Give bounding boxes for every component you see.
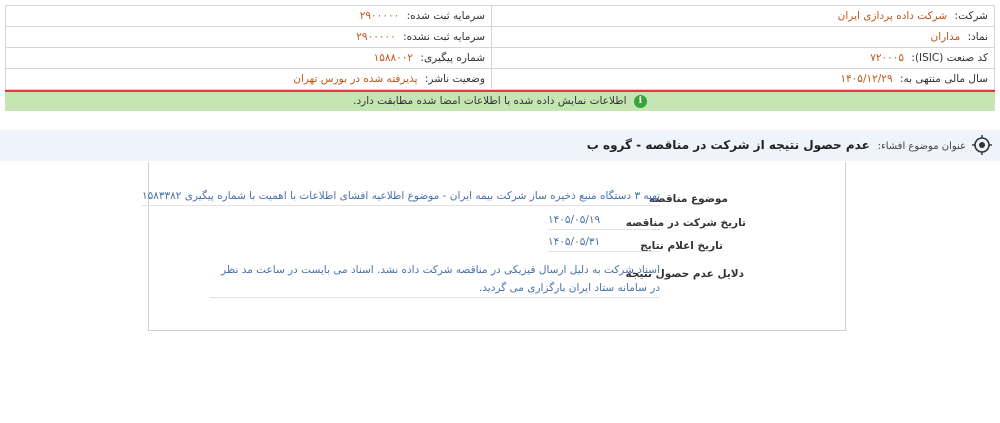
topic-value: تهیه ۳ دستگاه منبع ذخیره ساز شرکت بیمه ا…	[141, 190, 660, 206]
fiscal-year-label: سال مالی منتهی به:	[899, 73, 988, 85]
details-panel: موضوع مناقصه تهیه ۳ دستگاه منبع ذخیره سا…	[141, 162, 846, 331]
page-title: عدم حصول نتیجه از شرکت در مناقصه - گروه …	[586, 138, 870, 152]
unregistered-capital-value: ۲۹۰۰۰۰۰	[356, 31, 396, 43]
fiscal-year-cell: سال مالی منتهی به: ۱۴۰۵/۱۲/۲۹	[491, 68, 995, 90]
topic-label: موضوع مناقصه	[649, 193, 728, 205]
subject-heading: عنوان موضوع افشاء: عدم حصول نتیجه از شرک…	[587, 138, 966, 152]
subject-bar: عنوان موضوع افشاء: عدم حصول نتیجه از شرک…	[0, 130, 1000, 161]
reasons-value: اسناد شرکت به دلیل ارسال فیزیکی در مناقص…	[210, 261, 660, 298]
target-icon	[972, 135, 992, 155]
participation-date-value: ۱۴۰۵/۰۵/۱۹	[548, 214, 660, 230]
registered-capital-cell: سرمایه ثبت شده: ۲۹۰۰۰۰۰	[5, 5, 492, 27]
isic-value: ۷۲۰۰۰۵	[870, 52, 905, 64]
isic-label: کد صنعت (ISIC):	[911, 52, 988, 64]
publisher-status-cell: وضعیت ناشر: پذیرفته شده در بورس تهران	[5, 68, 492, 90]
company-value[interactable]: شرکت داده پردازی ایران	[838, 10, 948, 22]
unregistered-capital-label: سرمایه ثبت نشده:	[403, 31, 485, 43]
tracking-cell: شماره پیگیری: ۱۵۸۸۰۰۲	[5, 47, 492, 69]
isic-cell: کد صنعت (ISIC): ۷۲۰۰۰۵	[491, 47, 995, 69]
info-icon: i	[633, 94, 647, 108]
company-label: شرکت:	[954, 10, 988, 22]
subject-label: عنوان موضوع افشاء:	[877, 141, 966, 152]
verification-notice: i اطلاعات نمایش داده شده با اطلاعات امضا…	[5, 92, 995, 111]
result-date-value: ۱۴۰۵/۰۵/۳۱	[548, 236, 660, 252]
symbol-cell: نماد: مداران	[491, 26, 995, 48]
registered-capital-value: ۲۹۰۰۰۰۰	[359, 10, 400, 22]
registered-capital-label: سرمایه ثبت شده:	[406, 10, 485, 22]
tracking-value: ۱۵۸۸۰۰۲	[373, 52, 414, 64]
publisher-status-value: پذیرفته شده در بورس تهران	[293, 73, 418, 85]
notice-text: اطلاعات نمایش داده شده با اطلاعات امضا ش…	[353, 95, 627, 107]
symbol-label: نماد:	[967, 31, 988, 43]
symbol-value[interactable]: مداران	[930, 31, 960, 43]
unregistered-capital-cell: سرمایه ثبت نشده: ۲۹۰۰۰۰۰	[5, 26, 492, 48]
company-info-table: شرکت: شرکت داده پردازی ایران سرمایه ثبت …	[5, 5, 995, 90]
company-cell: شرکت: شرکت داده پردازی ایران	[491, 5, 995, 27]
publisher-status-label: وضعیت ناشر:	[424, 73, 485, 85]
fiscal-year-value: ۱۴۰۵/۱۲/۲۹	[840, 73, 893, 85]
tracking-label: شماره پیگیری:	[420, 52, 485, 64]
